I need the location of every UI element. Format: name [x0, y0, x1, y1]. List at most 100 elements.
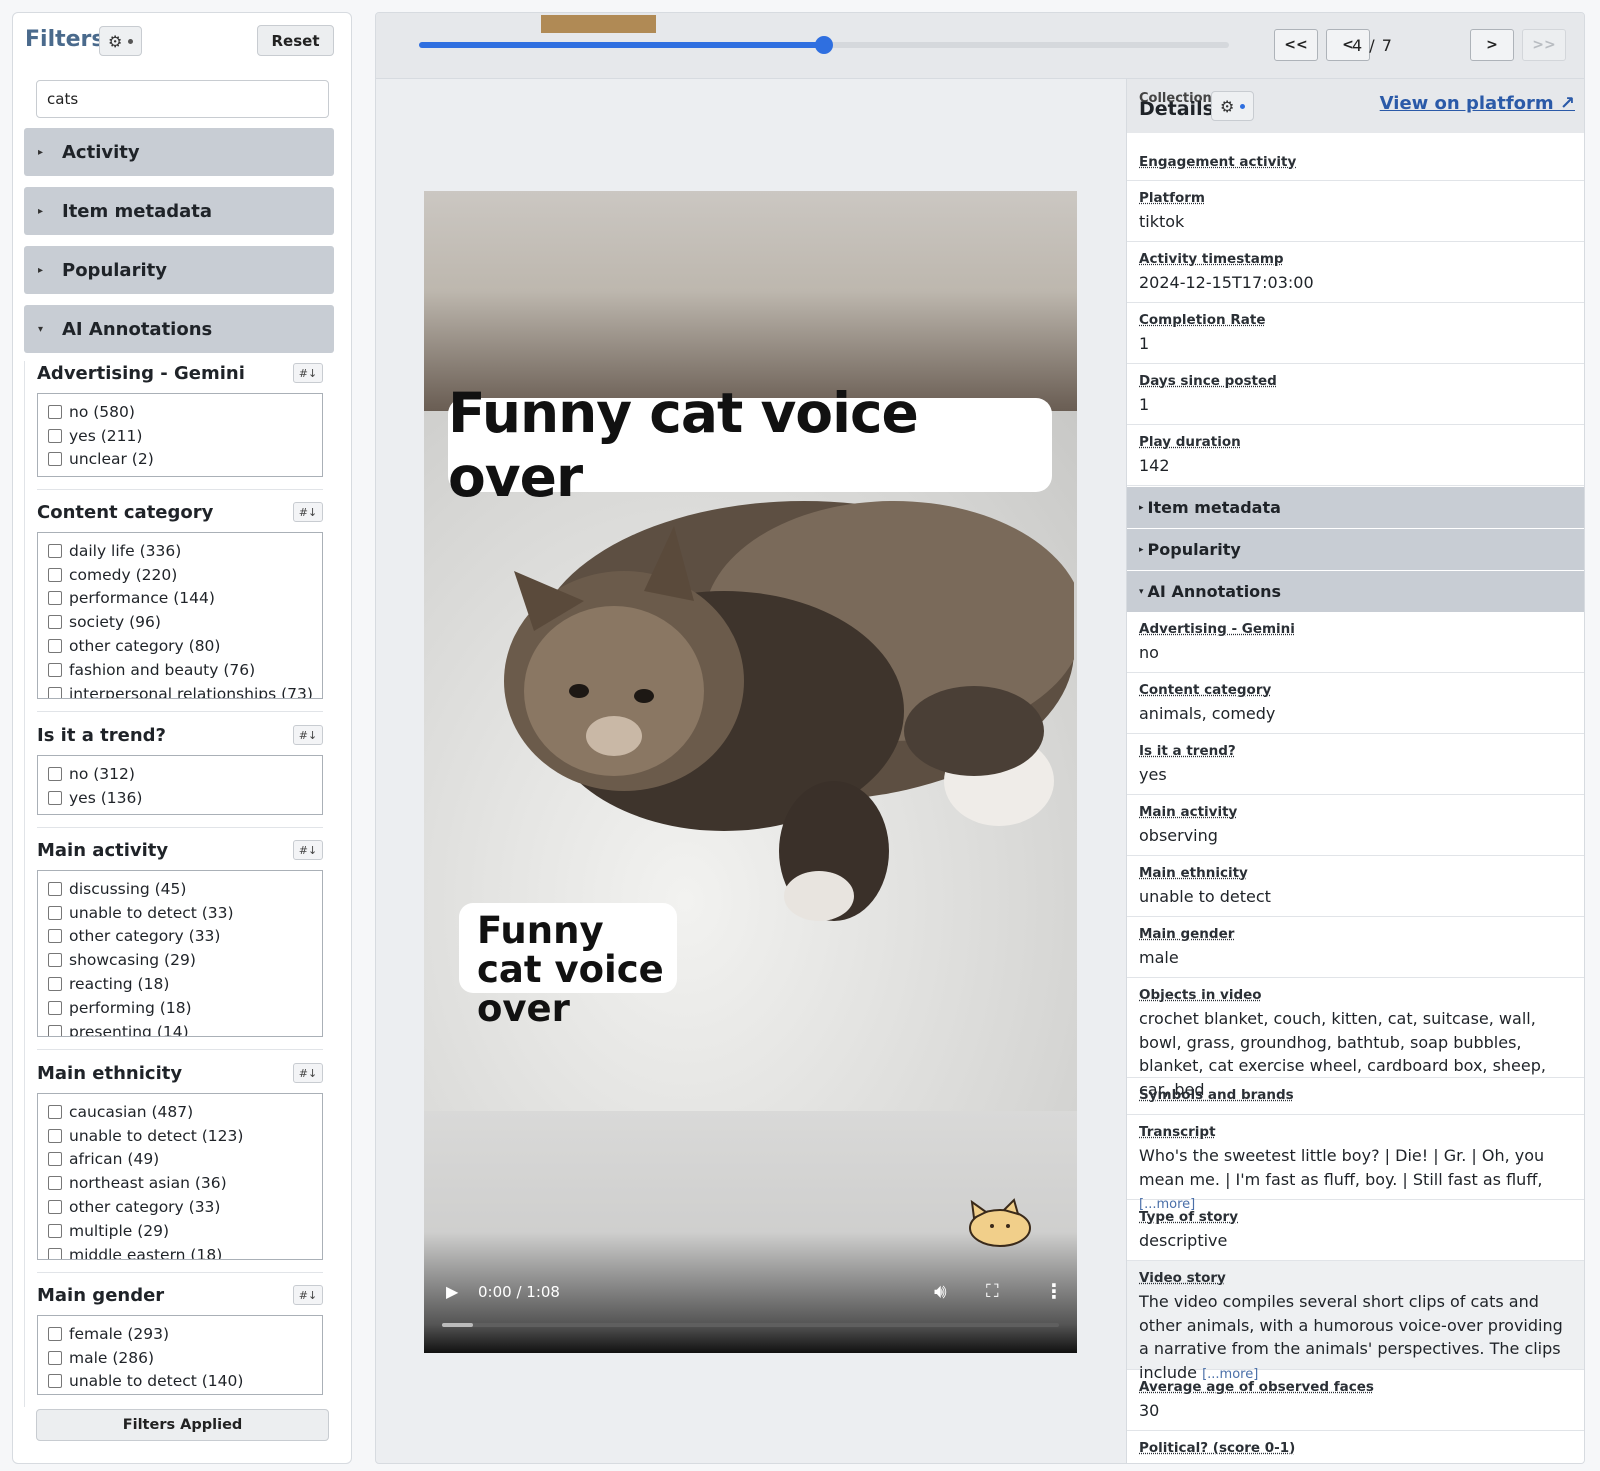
sort-button[interactable]: #↓: [293, 502, 323, 522]
next-page-button[interactable]: >: [1470, 29, 1514, 61]
sort-button[interactable]: #↓: [293, 363, 323, 383]
first-page-button[interactable]: <<: [1274, 29, 1318, 61]
filter-option[interactable]: other category (33): [48, 1195, 312, 1219]
filter-option[interactable]: presenting (14): [48, 1020, 312, 1036]
checkbox[interactable]: [48, 1176, 62, 1191]
checkbox[interactable]: [48, 591, 62, 606]
filter-option[interactable]: reacting (18): [48, 972, 312, 996]
sort-button[interactable]: #↓: [293, 725, 323, 745]
filter-option[interactable]: fashion and beauty (76): [48, 658, 312, 682]
filter-options-list[interactable]: discussing (45) unable to detect (33) othe…: [37, 870, 323, 1037]
detail-row: Play duration 142: [1127, 425, 1584, 486]
sort-button[interactable]: #↓: [293, 840, 323, 860]
filter-option[interactable]: discussing (45): [48, 877, 312, 901]
slider-thumb[interactable]: [815, 36, 833, 54]
checkbox[interactable]: [48, 452, 62, 467]
checkbox[interactable]: [48, 1152, 62, 1167]
details-settings-button[interactable]: ⚙: [1211, 91, 1255, 121]
filter-option[interactable]: performance (144): [48, 587, 312, 611]
filter-option[interactable]: other category (33): [48, 925, 312, 949]
filter-options-list[interactable]: no (312) yes (136): [37, 755, 323, 815]
filter-option[interactable]: caucasian (487): [48, 1100, 312, 1124]
checkbox[interactable]: [48, 639, 62, 654]
checkbox[interactable]: [48, 953, 62, 968]
filter-options-list[interactable]: female (293) male (286) unable to detect (…: [37, 1315, 323, 1395]
volume-icon[interactable]: 🔊︎: [934, 1279, 947, 1303]
search-input[interactable]: [36, 80, 329, 118]
filter-options-list[interactable]: no (580) yes (211) unclear (2): [37, 393, 323, 477]
video-player[interactable]: Funny cat voice over Funny cat voice ove…: [424, 191, 1077, 1353]
checkbox[interactable]: [48, 905, 62, 920]
checkbox[interactable]: [48, 686, 62, 698]
sort-button[interactable]: #↓: [293, 1063, 323, 1083]
filter-option[interactable]: yes (136): [48, 786, 312, 810]
checkbox[interactable]: [48, 662, 62, 677]
filter-option[interactable]: african (49): [48, 1148, 312, 1172]
detail-key: Main ethnicity: [1139, 865, 1248, 881]
filter-option[interactable]: society (96): [48, 610, 312, 634]
checkbox[interactable]: [48, 790, 62, 805]
filter-option[interactable]: unable to detect (140): [48, 1370, 312, 1394]
filter-option[interactable]: northeast asian (36): [48, 1171, 312, 1195]
checkbox[interactable]: [48, 1200, 62, 1215]
sort-button[interactable]: #↓: [293, 1285, 323, 1305]
section-item-metadata[interactable]: ▸ Item metadata: [24, 187, 334, 235]
checkbox[interactable]: [48, 1350, 62, 1365]
checkbox[interactable]: [48, 404, 62, 419]
filter-option[interactable]: unable to detect (33): [48, 901, 312, 925]
video-progress-bar[interactable]: [442, 1323, 1059, 1327]
filter-option[interactable]: interpersonal relationships (73): [48, 682, 313, 698]
checkbox[interactable]: [48, 1374, 62, 1389]
checkbox[interactable]: [48, 1000, 62, 1015]
more-options-icon[interactable]: ⋮: [1044, 1279, 1064, 1303]
divider: [37, 489, 323, 490]
item-slider[interactable]: [419, 36, 1229, 54]
reset-button[interactable]: Reset: [257, 25, 334, 56]
checkbox[interactable]: [48, 929, 62, 944]
filter-option[interactable]: performing (18): [48, 996, 312, 1020]
section-ai-annotations[interactable]: ▾ AI Annotations: [24, 305, 334, 353]
filter-option[interactable]: multiple (29): [48, 1219, 312, 1243]
detail-value: 1: [1139, 332, 1575, 356]
section-activity[interactable]: ▸ Activity: [24, 128, 334, 176]
filter-option[interactable]: comedy (220): [48, 563, 312, 587]
last-page-button[interactable]: >>: [1522, 29, 1566, 61]
checkbox[interactable]: [48, 1223, 62, 1238]
filter-option[interactable]: no (312): [48, 762, 312, 786]
filter-option[interactable]: showcasing (29): [48, 948, 312, 972]
checkbox[interactable]: [48, 543, 62, 558]
checkbox[interactable]: [48, 1326, 62, 1341]
filter-option[interactable]: daily life (336): [48, 539, 312, 563]
checkbox[interactable]: [48, 766, 62, 781]
filter-options-list[interactable]: daily life (336) comedy (220) performance …: [37, 532, 323, 699]
section-popularity[interactable]: ▸ Popularity: [24, 246, 334, 294]
checkbox[interactable]: [48, 1024, 62, 1036]
filter-option[interactable]: unable to detect (123): [48, 1124, 312, 1148]
checkbox[interactable]: [48, 881, 62, 896]
filter-option[interactable]: no (580): [48, 400, 312, 424]
filter-option[interactable]: other category (80): [48, 634, 312, 658]
filter-option[interactable]: unclear (2): [48, 448, 312, 472]
details-section-toggle[interactable]: ▸ Popularity: [1127, 529, 1584, 570]
checkbox[interactable]: [48, 977, 62, 992]
checkbox[interactable]: [48, 615, 62, 630]
play-icon[interactable]: ▶: [446, 1282, 458, 1301]
checkbox[interactable]: [48, 1128, 62, 1143]
filter-option[interactable]: female (293): [48, 1322, 312, 1346]
view-on-platform-link[interactable]: View on platform ↗: [1380, 93, 1575, 114]
filter-option[interactable]: yes (211): [48, 424, 312, 448]
filter-option[interactable]: male (286): [48, 1346, 312, 1370]
details-section-toggle[interactable]: ▸ Item metadata: [1127, 487, 1584, 528]
checkbox[interactable]: [48, 428, 62, 443]
filter-option-label: performance (144): [69, 589, 215, 608]
details-section-toggle[interactable]: ▾ AI Annotations: [1127, 571, 1584, 612]
filter-options-list[interactable]: caucasian (487) unable to detect (123) afr…: [37, 1093, 323, 1260]
fullscreen-icon[interactable]: ⛶: [986, 1281, 999, 1302]
checkbox[interactable]: [48, 1104, 62, 1119]
checkbox[interactable]: [48, 567, 62, 582]
filters-settings-button[interactable]: ⚙: [99, 26, 143, 56]
ai-annotations-filter-list[interactable]: Advertising - Gemini #↓ no (580) yes (211) u…: [24, 361, 334, 1407]
filters-applied-button[interactable]: Filters Applied: [36, 1409, 329, 1441]
filter-option[interactable]: middle eastern (18): [48, 1243, 312, 1259]
checkbox[interactable]: [48, 1247, 62, 1259]
